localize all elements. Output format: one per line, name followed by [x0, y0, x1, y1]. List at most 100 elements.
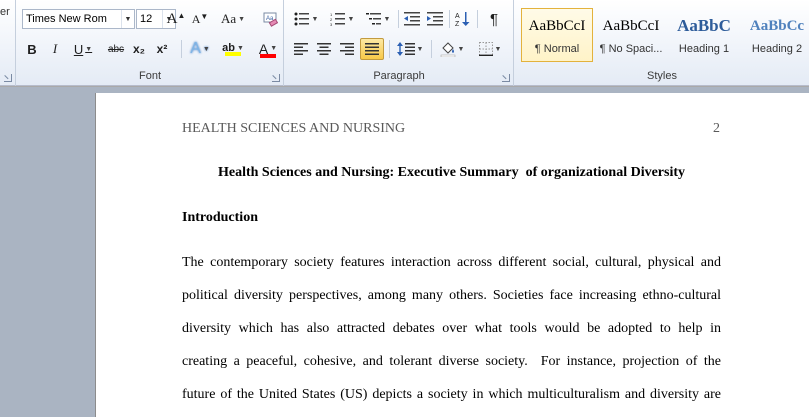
style-no-spacing-sample: AaBbCcI [602, 18, 660, 34]
font-name-box[interactable]: Times New Rom ▼ [22, 9, 135, 29]
font-color-button[interactable]: A ▼ [252, 38, 284, 60]
italic-button[interactable]: I [44, 38, 66, 60]
superscript-icon: x² [156, 42, 168, 56]
borders-icon [478, 42, 493, 56]
multilevel-list-icon [365, 13, 381, 25]
line-spacing-button[interactable]: ▼ [393, 38, 427, 60]
align-left-icon [294, 43, 308, 55]
show-hide-button[interactable]: ¶ [483, 8, 505, 30]
running-head: HEALTH SCIENCES AND NURSING [182, 121, 406, 136]
paragraph-separator-5 [431, 40, 432, 58]
shrink-font-button[interactable]: A ▼ [189, 8, 211, 30]
paragraph-separator-2 [449, 10, 450, 28]
svg-text:3: 3 [330, 22, 333, 26]
numbering-button[interactable]: 1 2 3 ▼ [325, 8, 359, 30]
style-heading-1[interactable]: AaBbC Heading 1 [668, 8, 740, 62]
svg-text:Z: Z [455, 21, 460, 27]
align-left-button[interactable] [290, 38, 312, 60]
clear-formatting-button[interactable]: Aa [259, 8, 281, 30]
body-line: The contemporary society features intera… [182, 255, 721, 270]
font-dialog-launcher[interactable] [272, 74, 280, 82]
subscript-icon: x₂ [132, 42, 145, 56]
paint-bucket-icon [440, 41, 455, 57]
font-separator [181, 40, 182, 58]
highlight-color-bar [225, 52, 241, 56]
style-normal-name: ¶ Normal [534, 43, 580, 55]
justify-icon [365, 43, 379, 55]
style-normal[interactable]: AaBbCcI ¶ Normal [521, 8, 593, 62]
align-right-button[interactable] [336, 38, 358, 60]
decrease-indent-icon [404, 12, 420, 26]
text-effects-icon: A [190, 40, 201, 57]
bullets-icon [294, 12, 309, 26]
sort-button[interactable]: A Z [452, 8, 474, 30]
paragraph-separator-3 [477, 10, 478, 28]
body-line: future of the United States (US) depicts… [182, 387, 721, 402]
superscript-button[interactable]: x² [151, 38, 173, 60]
grow-font-icon: A [166, 10, 178, 27]
paragraph-dialog-launcher[interactable] [502, 74, 510, 82]
styles-group: AaBbCcI ¶ Normal AaBbCcI ¶ No Spaci... A… [515, 0, 809, 86]
document-workspace: HEALTH SCIENCES AND NURSING 2 Health Sci… [0, 87, 809, 417]
bullets-button[interactable]: ▼ [289, 8, 323, 30]
style-normal-sample: AaBbCcI [528, 18, 586, 34]
font-group: Times New Rom ▼ 12 ▼ A ▲ A ▼ Aa ▼ Aa B I… [17, 0, 284, 86]
paragraph-separator-1 [398, 10, 399, 28]
underline-icon: U [73, 41, 84, 57]
eraser-icon: Aa [263, 12, 278, 27]
font-size-value: 12 [140, 13, 153, 25]
align-center-button[interactable] [313, 38, 335, 60]
strikethrough-icon: abc [107, 43, 125, 55]
ribbon: er Times New Rom ▼ 12 ▼ A▲ A▼ Aa▼ Aa [0, 0, 809, 86]
document-page[interactable]: HEALTH SCIENCES AND NURSING 2 Health Sci… [95, 93, 809, 417]
body-line: creating a peaceful, cohesive, and toler… [182, 354, 721, 369]
style-heading-2[interactable]: AaBbCc Heading 2 [741, 8, 809, 62]
sort-icon: A Z [455, 12, 470, 27]
increase-indent-icon [427, 12, 443, 26]
style-heading-2-name: Heading 2 [751, 43, 803, 55]
paragraph-group: ▼ 1 2 3 ▼ ▼ A Z ¶ ▼ ▼ ▼ Paragraph [285, 0, 514, 86]
body-line: political diversity perspectives, among … [182, 288, 721, 303]
borders-button[interactable]: ▼ [473, 38, 507, 60]
change-case-button[interactable]: Aa ▼ [218, 8, 248, 30]
bold-icon: B [27, 41, 37, 57]
text-effects-button[interactable]: A ▼ [185, 38, 215, 60]
paragraph-separator-4 [389, 40, 390, 58]
shrink-font-icon: A [191, 11, 201, 26]
clipboard-group: er [0, 0, 16, 86]
document-title: Health Sciences and Nursing: Executive S… [217, 165, 686, 180]
highlight-button[interactable]: ab ▼ [217, 38, 249, 60]
line-spacing-icon [396, 42, 415, 56]
numbering-icon: 1 2 3 [330, 12, 345, 26]
justify-button[interactable] [360, 38, 384, 60]
increase-indent-button[interactable] [424, 8, 446, 30]
strikethrough-button[interactable]: abc [105, 38, 127, 60]
style-no-spacing[interactable]: AaBbCcI ¶ No Spaci... [595, 8, 667, 62]
shading-button[interactable]: ▼ [435, 38, 469, 60]
pilcrow-icon: ¶ [489, 10, 499, 28]
multilevel-list-button[interactable]: ▼ [361, 8, 395, 30]
font-group-label: Font [138, 70, 161, 82]
style-heading-1-name: Heading 1 [678, 43, 730, 55]
align-right-icon [340, 43, 354, 55]
font-color-bar [260, 53, 276, 58]
subscript-button[interactable]: x₂ [128, 38, 150, 60]
decrease-indent-button[interactable] [401, 8, 423, 30]
align-center-icon [317, 43, 331, 55]
body-line: diversity which has also attracted debat… [182, 321, 721, 336]
clipboard-label-fragment: er [0, 6, 10, 18]
change-case-icon: Aa [220, 11, 237, 26]
section-heading: Introduction [182, 210, 258, 225]
grow-font-button[interactable]: A ▲ [165, 8, 187, 30]
clipboard-dialog-launcher[interactable] [4, 74, 12, 82]
paragraph-group-label: Paragraph [373, 70, 425, 82]
svg-text:A: A [455, 13, 460, 20]
style-heading-2-sample: AaBbCc [749, 18, 805, 34]
styles-group-label: Styles [647, 70, 677, 82]
bold-button[interactable]: B [21, 38, 43, 60]
page-number: 2 [713, 121, 720, 136]
font-name-dropdown-icon[interactable]: ▼ [121, 10, 134, 28]
underline-button[interactable]: U ▼ [67, 38, 99, 60]
style-no-spacing-name: ¶ No Spaci... [599, 43, 663, 55]
italic-icon: I [52, 41, 58, 56]
